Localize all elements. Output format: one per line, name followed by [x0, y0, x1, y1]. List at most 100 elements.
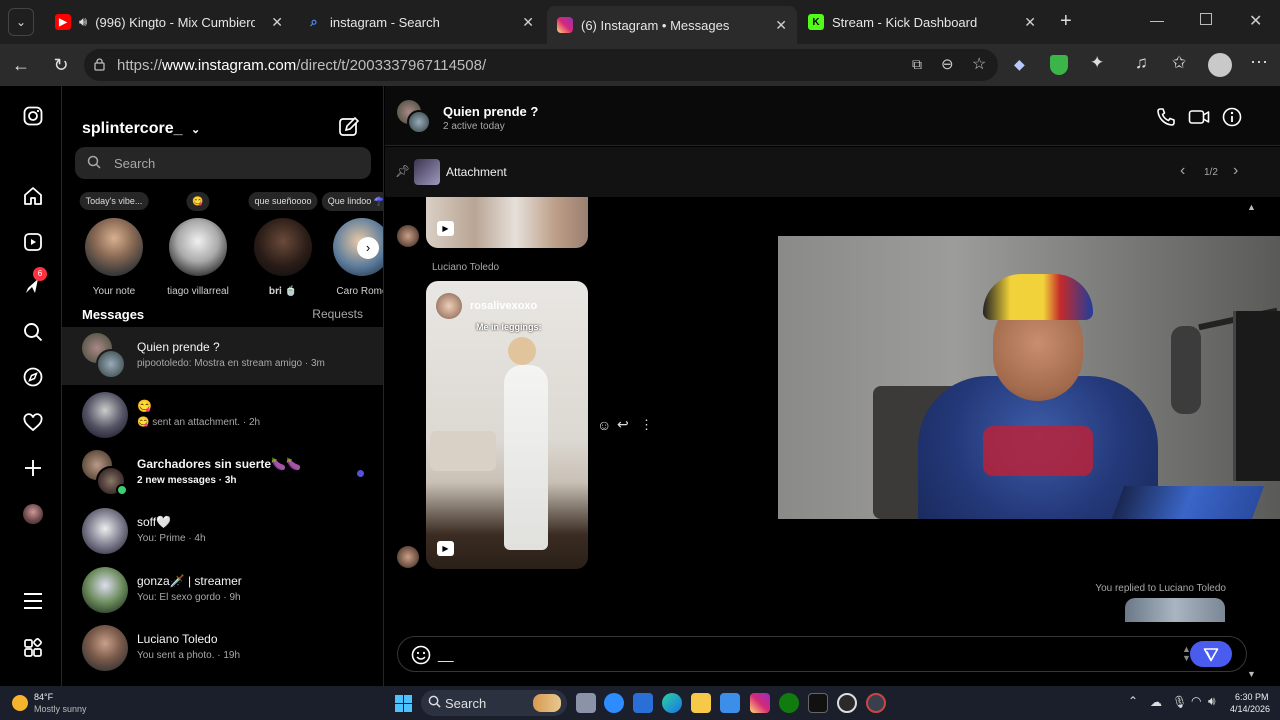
mail-app-icon[interactable] [633, 693, 653, 713]
tab-kick[interactable]: K Stream - Kick Dashboard ✕ [798, 6, 1046, 38]
scroll-down-arrow[interactable]: ▼ [1247, 669, 1256, 679]
conversation-item[interactable]: gonza🗡️ | streamer You: El sexo gordo · … [62, 561, 383, 619]
avatar [82, 567, 128, 613]
reels-icon[interactable] [21, 230, 45, 254]
conversation-info-icon[interactable] [1222, 107, 1242, 127]
volume-icon[interactable]: 🔊︎ [1208, 694, 1216, 709]
edge-browser-icon[interactable] [662, 693, 682, 713]
conversation-preview: You: Prime · 4h [137, 533, 206, 544]
explore-compass-icon[interactable] [21, 365, 45, 389]
search-icon[interactable] [21, 320, 45, 344]
message-input[interactable]: __ [438, 646, 454, 662]
conversation-item[interactable]: 😋 😋 sent an attachment. · 2h [62, 386, 383, 444]
message-composer[interactable]: __ ▲ ▼ [397, 636, 1247, 672]
minimize-button[interactable]: — [1150, 12, 1164, 28]
microphone-tray-icon[interactable]: 🎙︎ [1172, 695, 1187, 709]
taskbar-search[interactable]: Search [421, 690, 567, 716]
extension-diamond-icon[interactable]: ◆ [1014, 56, 1025, 73]
extension-shield-icon[interactable] [1050, 55, 1068, 75]
notes-next-arrow-icon[interactable]: › [357, 237, 379, 259]
task-view-icon[interactable] [576, 693, 596, 713]
new-message-icon[interactable] [338, 116, 360, 138]
home-icon[interactable] [21, 184, 45, 208]
conversation-item[interactable]: soff🤍 You: Prime · 4h [62, 502, 383, 560]
pinned-message-bar[interactable]: 📌︎ Attachment ‹ 1/2 › [385, 147, 1280, 197]
open-in-app-icon[interactable]: ⧉ [912, 56, 922, 73]
more-hamburger-icon[interactable] [21, 589, 45, 613]
capcut-app-icon[interactable] [808, 693, 828, 713]
weather-sun-icon[interactable] [12, 695, 28, 711]
profile-avatar[interactable] [21, 502, 45, 526]
tab-search[interactable]: ⌕ instagram - Search ✕ [296, 6, 544, 38]
file-explorer-icon[interactable] [691, 693, 711, 713]
speaker-icon[interactable]: 🔊︎ [79, 14, 87, 30]
back-button[interactable]: ← [10, 54, 32, 76]
close-tab-icon[interactable]: ✕ [1024, 14, 1036, 31]
extensions-puzzle-icon[interactable]: ✦ [1090, 53, 1104, 73]
account-switcher[interactable]: splintercore_ ⌄ [82, 120, 200, 138]
close-tab-icon[interactable]: ✕ [775, 17, 787, 34]
favorite-star-icon[interactable]: ☆ [972, 54, 986, 74]
cam-microphone [1171, 326, 1201, 414]
requests-link[interactable]: Requests [312, 307, 363, 321]
send-button[interactable] [1190, 641, 1232, 667]
tab-instagram[interactable]: (6) Instagram • Messages ✕ [547, 6, 797, 44]
replied-media-thumbnail[interactable] [1125, 598, 1225, 622]
search-input[interactable]: Search [75, 147, 371, 179]
react-emoji-icon[interactable]: ☺ [597, 417, 611, 433]
pinned-next-icon[interactable]: › [1233, 162, 1238, 180]
weather-desc[interactable]: Mostly sunny [34, 704, 87, 714]
refresh-button[interactable]: ↻ [50, 54, 72, 76]
store-app-icon[interactable] [720, 693, 740, 713]
sender-avatar [397, 225, 419, 247]
media-control-icon[interactable]: ♫ [1135, 53, 1148, 73]
close-tab-icon[interactable]: ✕ [271, 14, 283, 31]
pinned-prev-icon[interactable]: ‹ [1180, 162, 1185, 180]
chrome-app-icon[interactable] [866, 693, 886, 713]
video-call-icon[interactable] [1188, 107, 1210, 127]
new-tab-button[interactable]: + [1060, 10, 1072, 33]
reel-message[interactable]: ▶ [426, 197, 588, 248]
tab-youtube[interactable]: ▶ 🔊︎ (996) Kingto - Mix Cumbiero ✕ [45, 6, 293, 38]
favorites-icon[interactable]: ✩ [1172, 53, 1186, 73]
more-options-icon[interactable]: ⋮ [640, 417, 653, 433]
messenger-icon[interactable]: 6 [21, 267, 47, 298]
show-hidden-icons-chevron[interactable]: ⌃ [1128, 694, 1138, 708]
weather-temp[interactable]: 84°F [34, 692, 53, 702]
lock-icon[interactable] [94, 58, 105, 71]
phone-call-icon[interactable] [1156, 107, 1176, 127]
group-avatar[interactable] [397, 100, 433, 136]
reel-message[interactable]: rosalivexoxo Me in leggings: ▶ [426, 281, 588, 569]
instagram-app-icon[interactable] [750, 693, 770, 713]
search-highlight-icon [533, 694, 561, 712]
clock-time[interactable]: 6:30 PM [1235, 692, 1269, 702]
instagram-logo-icon[interactable] [21, 104, 45, 128]
emoji-picker-icon[interactable] [411, 645, 431, 665]
obs-app-icon[interactable] [837, 693, 857, 713]
close-tab-icon[interactable]: ✕ [522, 14, 534, 31]
also-from-meta-icon[interactable] [21, 636, 45, 660]
more-menu-icon[interactable]: ⋯ [1250, 52, 1268, 73]
windows-start-icon[interactable] [395, 695, 412, 712]
conversation-item[interactable]: Luciano Toledo You sent a photo. · 19h [62, 619, 383, 677]
profile-avatar-icon[interactable] [1208, 53, 1232, 77]
zoom-out-icon[interactable]: ⊖ [941, 55, 954, 73]
wifi-icon[interactable]: ◠ [1191, 694, 1201, 708]
reel-username: rosalivexoxo [470, 300, 538, 312]
scroll-up-arrow[interactable]: ▲ [1247, 202, 1256, 212]
conversation-item[interactable]: Quien prende ? pipootoledo: Mostra en st… [62, 327, 383, 385]
chat-title[interactable]: Quien prende ? [443, 104, 538, 119]
create-plus-icon[interactable] [21, 456, 45, 480]
tray-app-icon[interactable]: ☁ [1150, 695, 1162, 709]
tab-actions-menu-icon[interactable]: ⌄ [8, 8, 34, 36]
conversation-item[interactable]: Garchadores sin suerte🍆🍆 2 new messages … [62, 444, 383, 502]
reply-icon[interactable]: ↩ [617, 416, 629, 433]
address-bar[interactable]: https://www.instagram.com/direct/t/20033… [84, 49, 998, 81]
clock-date[interactable]: 4/14/2026 [1230, 704, 1270, 714]
notifications-heart-icon[interactable] [21, 411, 45, 435]
xbox-app-icon[interactable] [779, 693, 799, 713]
restore-button[interactable] [1200, 13, 1212, 25]
zoom-app-icon[interactable] [604, 693, 624, 713]
conversation-preview: You sent a photo. · 19h [137, 650, 241, 661]
close-window-button[interactable]: ✕ [1249, 11, 1262, 31]
